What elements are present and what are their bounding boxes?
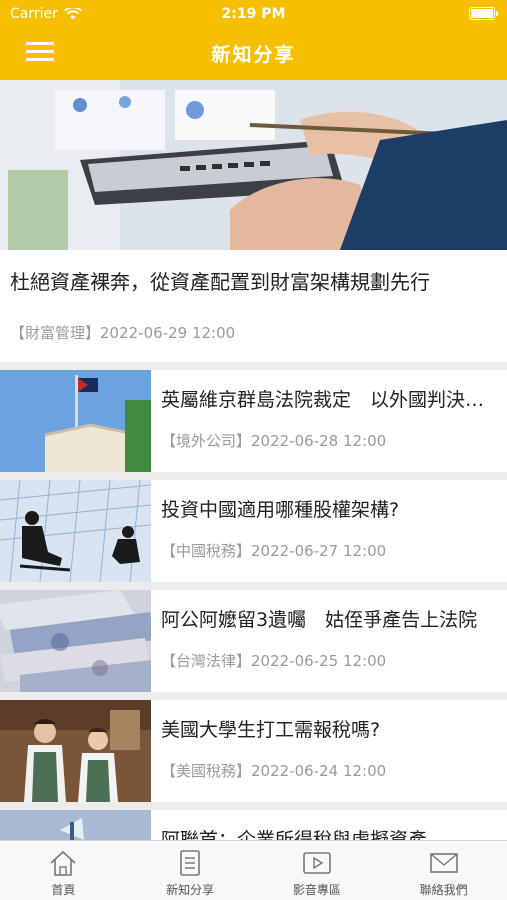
article-thumbnail	[0, 590, 151, 692]
tab-video[interactable]: 影音專區	[254, 841, 381, 900]
article-category: 【境外公司】	[161, 432, 252, 450]
article-date: 2022-06-25 12:00	[251, 652, 387, 670]
featured-title: 杜絕資產裸奔，從資產配置到財富架構規劃先行	[10, 270, 430, 294]
article-thumbnail	[0, 700, 151, 802]
article-title: 美國大學生打工需報稅嗎?	[161, 719, 381, 741]
list-item[interactable]: 美國大學生打工需報稅嗎? 【美國稅務】2022-06-24 12:00	[0, 700, 507, 802]
navbar: 新知分享	[0, 28, 507, 80]
article-date: 2022-06-28 12:00	[251, 432, 387, 450]
courthouse-flag-image	[0, 370, 151, 472]
app-screen: Carrier 2:19 PM 新知分享 杜絕資產裸奔，從資產配置到財富架構規劃…	[0, 0, 507, 900]
tab-label: 聯絡我們	[419, 883, 468, 897]
battery-icon	[469, 7, 498, 20]
tab-contact[interactable]: 聯絡我們	[380, 841, 507, 900]
status-bar: Carrier 2:19 PM	[0, 0, 507, 28]
article-title: 阿聯首：企業所得稅與虛擬資產	[161, 829, 428, 840]
article-meta: 【中國稅務】2022-06-27 12:00	[161, 540, 497, 561]
featured-article[interactable]: 杜絕資產裸奔，從資產配置到財富架構規劃先行 【財富管理】2022-06-29 1…	[0, 80, 507, 362]
featured-date: 2022-06-29 12:00	[100, 324, 236, 342]
tab-news[interactable]: 新知分享	[127, 841, 254, 900]
page-title: 新知分享	[211, 44, 296, 66]
tab-bar: 首頁 新知分享 影音專區 聯絡我們	[0, 840, 507, 900]
article-thumbnail	[0, 480, 151, 582]
article-feed[interactable]: 杜絕資產裸奔，從資產配置到財富架構規劃先行 【財富管理】2022-06-29 1…	[0, 80, 507, 840]
article-category: 【中國稅務】	[161, 542, 252, 560]
article-title: 英屬維京群島法院裁定 以外國判決之債務作為不...	[161, 389, 497, 411]
list-item[interactable]: 阿聯首：企業所得稅與虛擬資產	[0, 810, 507, 840]
article-meta: 【境外公司】2022-06-28 12:00	[161, 430, 497, 451]
cafe-workers-image	[0, 700, 151, 802]
article-title: 投資中國適用哪種股權架構?	[161, 499, 400, 521]
featured-category: 【財富管理】	[10, 324, 101, 342]
banknotes-image	[0, 590, 151, 692]
featured-image	[0, 80, 507, 250]
article-meta: 【美國稅務】2022-06-24 12:00	[161, 760, 497, 781]
business-silhouette-image	[0, 480, 151, 582]
article-thumbnail	[0, 810, 151, 840]
article-date: 2022-06-24 12:00	[251, 762, 387, 780]
article-meta: 【台灣法律】2022-06-25 12:00	[161, 650, 497, 671]
tab-label: 影音專區	[292, 883, 341, 897]
home-icon	[50, 850, 76, 876]
article-date: 2022-06-27 12:00	[251, 542, 387, 560]
article-body: 阿聯首：企業所得稅與虛擬資產	[151, 810, 507, 840]
article-body: 投資中國適用哪種股權架構? 【中國稅務】2022-06-27 12:00	[151, 480, 507, 582]
article-title: 阿公阿嬤留3遺囑 姑侄爭產告上法院	[161, 609, 478, 631]
calculator-photo-image	[0, 80, 507, 250]
article-list: 英屬維京群島法院裁定 以外國判決之債務作為不... 【境外公司】2022-06-…	[0, 370, 507, 840]
tab-label: 新知分享	[166, 883, 215, 897]
featured-meta: 【財富管理】2022-06-29 12:00	[0, 296, 507, 343]
list-item[interactable]: 投資中國適用哪種股權架構? 【中國稅務】2022-06-27 12:00	[0, 480, 507, 582]
article-category: 【美國稅務】	[161, 762, 252, 780]
article-category: 【台灣法律】	[161, 652, 252, 670]
mail-icon	[429, 853, 458, 873]
document-icon	[180, 850, 200, 876]
tab-label: 首頁	[51, 883, 76, 897]
crypto-article-image	[0, 810, 151, 840]
article-thumbnail	[0, 370, 151, 472]
status-time: 2:19 PM	[221, 6, 286, 22]
list-item[interactable]: 阿公阿嬤留3遺囑 姑侄爭產告上法院 【台灣法律】2022-06-25 12:00	[0, 590, 507, 692]
list-item[interactable]: 英屬維京群島法院裁定 以外國判決之債務作為不... 【境外公司】2022-06-…	[0, 370, 507, 472]
article-body: 美國大學生打工需報稅嗎? 【美國稅務】2022-06-24 12:00	[151, 700, 507, 802]
article-body: 英屬維京群島法院裁定 以外國判決之債務作為不... 【境外公司】2022-06-…	[151, 370, 507, 472]
video-icon	[303, 852, 331, 874]
article-body: 阿公阿嬤留3遺囑 姑侄爭產告上法院 【台灣法律】2022-06-25 12:00	[151, 590, 507, 692]
tab-home[interactable]: 首頁	[0, 841, 127, 900]
header: Carrier 2:19 PM 新知分享	[0, 0, 507, 80]
